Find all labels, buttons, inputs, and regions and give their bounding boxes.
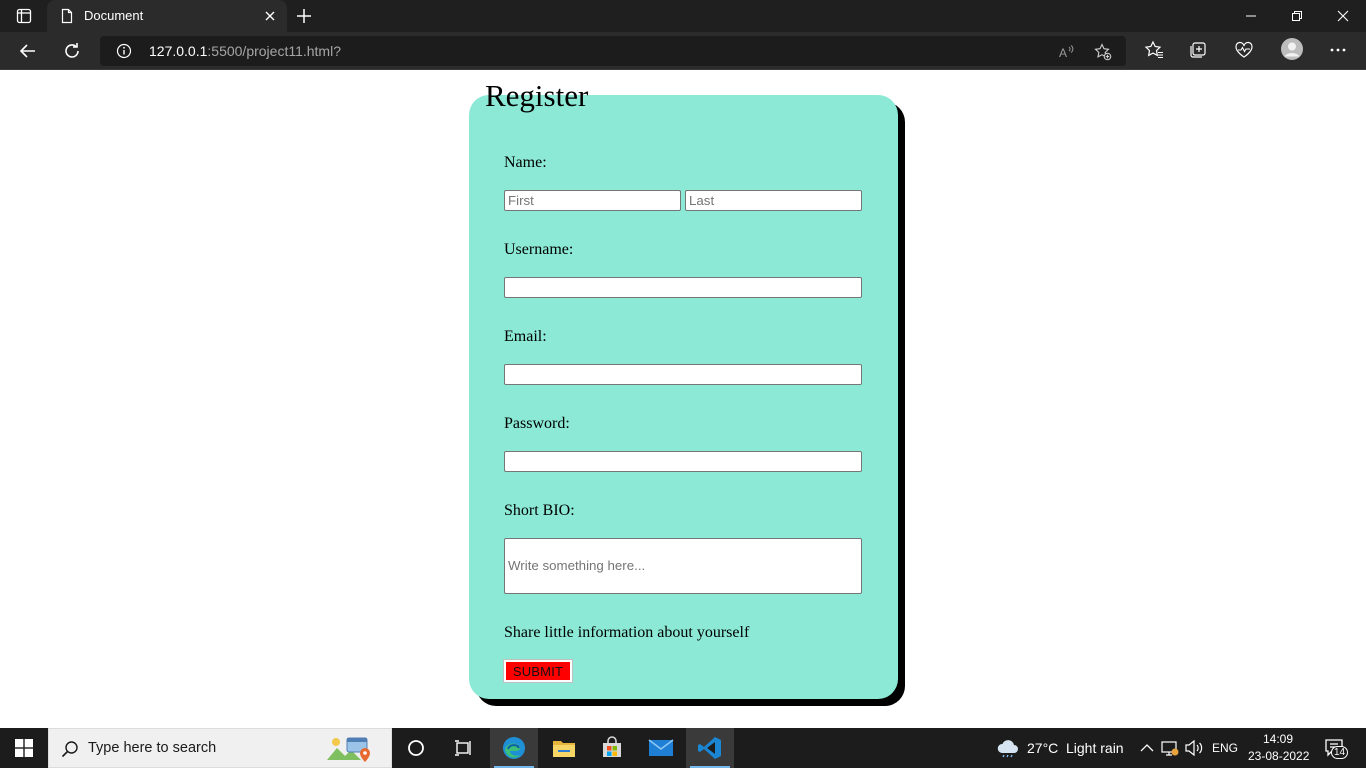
address-path: :5500/project11.html? [207,43,341,59]
restore-icon[interactable] [1274,0,1320,32]
taskbar: Type here to search 27°C Light rain ENG … [0,728,1366,768]
password-label: Password: [504,415,570,432]
input-language[interactable]: ENG [1212,741,1238,755]
profile-avatar-icon[interactable] [1280,37,1304,61]
site-info-icon[interactable] [116,43,132,59]
minimize-icon[interactable] [1228,0,1274,32]
last-name-input[interactable] [685,190,862,211]
address-host: 127.0.0.1 [149,43,208,59]
weather-cloud-icon[interactable] [996,738,1020,758]
windows-start-icon[interactable] [0,728,48,768]
browser-essentials-icon[interactable] [1233,39,1255,61]
chevron-up-icon[interactable] [1137,738,1157,758]
first-name-input[interactable] [504,190,681,211]
close-window-icon[interactable] [1320,0,1366,32]
new-tab-icon[interactable] [292,4,316,28]
notification-badge: 14 [1331,746,1349,759]
more-options-icon[interactable] [1327,39,1349,61]
add-favorite-icon[interactable] [1094,43,1112,61]
bio-label: Short BIO: [504,502,575,519]
close-tab-icon[interactable] [262,8,278,24]
favorites-icon[interactable] [1143,39,1165,61]
mail-icon[interactable] [637,728,685,768]
network-status-icon[interactable] [1160,738,1180,758]
refresh-icon[interactable] [58,37,86,65]
username-label: Username: [504,241,574,258]
search-highlight-icon [325,734,377,764]
search-placeholder: Type here to search [88,740,217,756]
back-arrow-icon[interactable] [14,37,42,65]
tab-document[interactable]: Document [47,0,287,32]
browser-titlebar: Document [0,0,1366,32]
bio-hint-text: Share little information about yourself [504,624,750,641]
submit-button[interactable]: SUBMIT [503,659,573,683]
bio-textarea[interactable] [504,538,862,594]
task-view-icon[interactable] [440,728,488,768]
address-bar[interactable]: 127.0.0.1:5500/project11.html? A [100,36,1126,66]
taskbar-search-box[interactable]: Type here to search [48,728,392,768]
weather-description[interactable]: Light rain [1066,740,1124,756]
cortana-icon[interactable] [392,728,440,768]
email-input[interactable] [504,364,862,385]
username-input[interactable] [504,277,862,298]
browser-toolbar: 127.0.0.1:5500/project11.html? A [0,32,1366,70]
tab-actions-icon[interactable] [0,0,48,32]
tab-title: Document [84,8,144,23]
notifications-icon[interactable]: 14 [1322,738,1350,759]
form-title: Register [485,78,589,113]
name-label: Name: [504,154,547,171]
collections-icon[interactable] [1187,39,1209,61]
page-icon [59,8,75,24]
svg-text:A: A [1059,46,1067,60]
file-explorer-icon[interactable] [540,728,588,768]
email-label: Email: [504,328,547,345]
address-url: 127.0.0.1:5500/project11.html? [149,43,341,59]
password-input[interactable] [504,451,862,472]
edge-taskbar-icon[interactable] [490,728,538,768]
vscode-icon[interactable] [686,728,734,768]
register-form-card [469,95,898,699]
clock-date[interactable]: 23-08-2022 [1248,749,1309,763]
volume-icon[interactable] [1184,738,1204,758]
search-icon [61,740,79,758]
weather-temperature[interactable]: 27°C [1027,740,1058,756]
read-aloud-icon[interactable]: A [1058,43,1076,61]
clock-time[interactable]: 14:09 [1263,732,1293,746]
microsoft-store-icon[interactable] [588,728,636,768]
